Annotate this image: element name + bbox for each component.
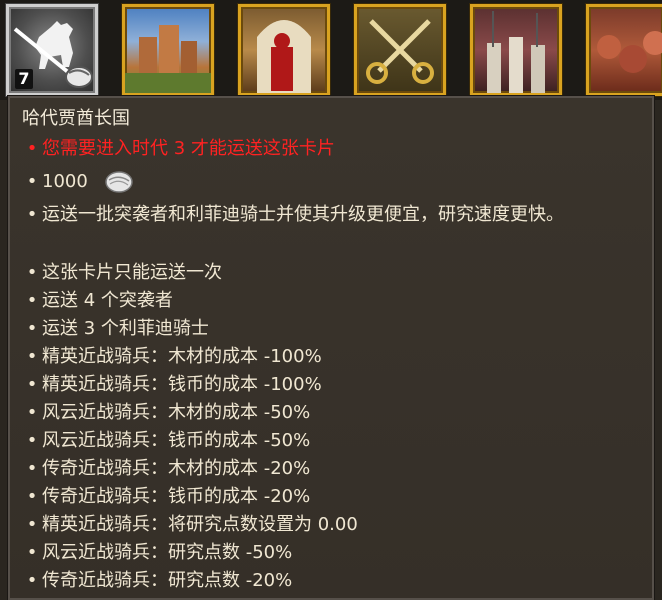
food-card[interactable] — [586, 4, 662, 96]
effect-line: • 传奇近战骑兵：钱币的成本 -20% — [26, 486, 311, 507]
soldier-icon — [257, 20, 311, 93]
pikemen-icon — [487, 11, 545, 93]
effect-line: • 精英近战骑兵：钱币的成本 -100% — [26, 374, 322, 395]
effect-line: • 这张卡片只能运送一次 — [26, 262, 222, 283]
card-count-badge: 7 — [15, 69, 33, 89]
soldier-portrait-card[interactable] — [238, 4, 330, 96]
cost-line: • 1000 — [22, 170, 134, 194]
crossed-horns-card[interactable] — [354, 4, 446, 96]
crossed-horns-icon — [366, 19, 434, 84]
effect-line: • 传奇近战骑兵：木材的成本 -20% — [26, 458, 311, 479]
bullet: • — [26, 171, 38, 192]
effect-line: • 风云近战骑兵：木材的成本 -50% — [26, 402, 311, 423]
card-deck-strip: 7 — [0, 0, 662, 100]
effect-line: • 风云近战骑兵：研究点数 -50% — [26, 542, 293, 563]
hussar-lancer-card[interactable]: 7 — [6, 4, 98, 96]
effect-line: • 运送 3 个利菲迪骑士 — [26, 318, 209, 339]
cost-value: 1000 — [42, 171, 88, 192]
card-tooltip: 哈代贾酋长国 • 您需要进入时代 3 才能运送这张卡片 • 1000 • 运送一批突袭… — [8, 96, 654, 600]
requirement-text: 您需要进入时代 3 才能运送这张卡片 — [42, 138, 335, 159]
card-description: • 运送一批突袭者和利菲迪骑士并使其升级更便宜，研究速度更快。 — [22, 202, 642, 228]
city-icon — [125, 25, 211, 93]
description-text: 运送一批突袭者和利菲迪骑士并使其升级更便宜，研究速度更快。 — [42, 204, 564, 225]
coin-icon — [104, 171, 133, 193]
bullet: • — [26, 138, 38, 159]
effect-line: • 精英近战骑兵：将研究点数设置为 0.00 — [26, 514, 358, 535]
bullet: • — [26, 204, 38, 225]
age-requirement: • 您需要进入时代 3 才能运送这张卡片 — [22, 134, 335, 160]
pikemen-card[interactable] — [470, 4, 562, 96]
effect-line: • 风云近战骑兵：钱币的成本 -50% — [26, 430, 311, 451]
food-icon — [597, 31, 662, 73]
effect-line: • 精英近战骑兵：木材的成本 -100% — [26, 346, 322, 367]
effect-line: • 运送 4 个突袭者 — [26, 290, 173, 311]
tooltip-title: 哈代贾酋长国 — [22, 108, 130, 129]
effect-line: • 传奇近战骑兵：研究点数 -20% — [26, 570, 293, 591]
city-card[interactable] — [122, 4, 214, 96]
